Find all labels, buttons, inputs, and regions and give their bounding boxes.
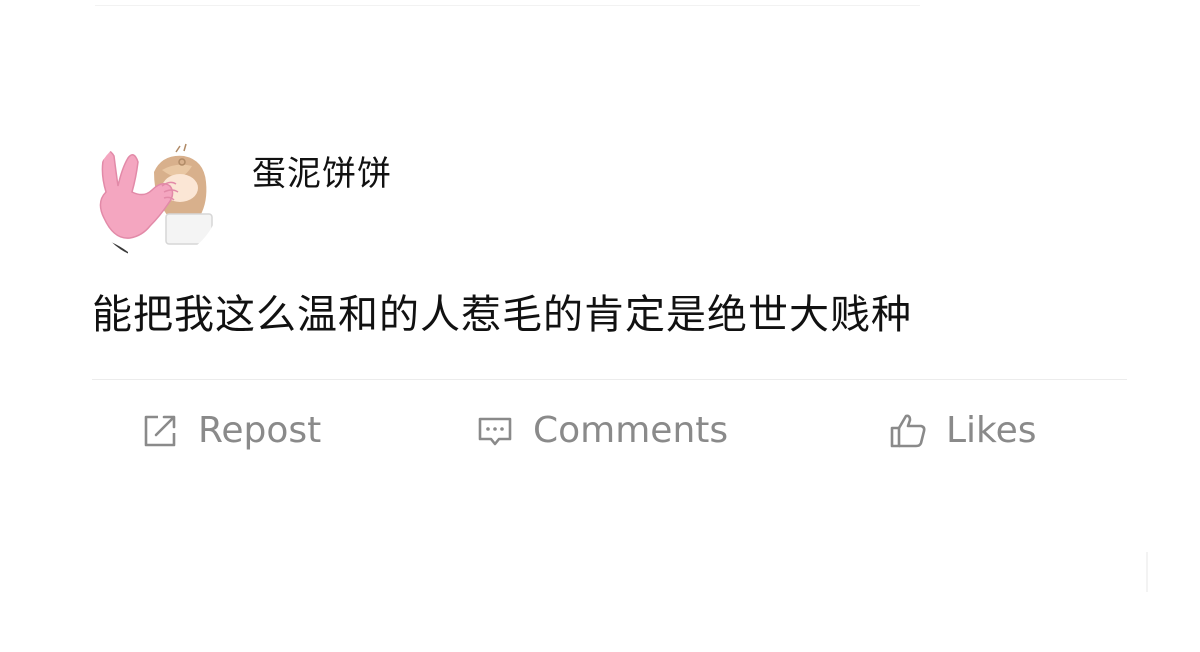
username[interactable]: 蛋泥饼饼 <box>252 152 392 196</box>
avatar[interactable] <box>92 132 220 260</box>
comment-icon <box>475 411 515 451</box>
cartoon-rabbit-avatar-icon <box>92 132 220 260</box>
likes-button[interactable]: Likes <box>888 406 1037 456</box>
repost-label: Repost <box>198 410 322 451</box>
edge-divider <box>1146 552 1148 592</box>
comments-label: Comments <box>533 410 729 451</box>
divider <box>92 379 1127 380</box>
repost-icon <box>140 411 180 451</box>
likes-label: Likes <box>946 410 1037 451</box>
comments-button[interactable]: Comments <box>475 406 728 456</box>
thumbs-up-icon <box>888 411 928 451</box>
post-text: 能把我这么温和的人惹毛的肯定是绝世大贱种 <box>92 292 912 338</box>
post-card: 蛋泥饼饼 能把我这么温和的人惹毛的肯定是绝世大贱种 Repost Comment… <box>0 0 1200 652</box>
repost-button[interactable]: Repost <box>140 406 321 456</box>
